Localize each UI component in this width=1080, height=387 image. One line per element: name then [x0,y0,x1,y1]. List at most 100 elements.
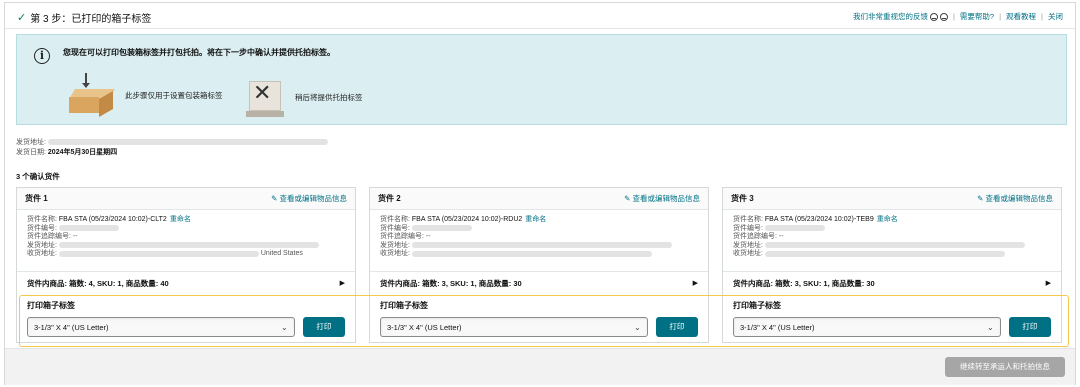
box-label-step-text: 此步骤仅用于设置包装箱标签 [125,90,223,100]
number-label: 货件编号: [380,224,410,232]
rename-link[interactable]: 重命名 [170,216,191,223]
divider: | [999,12,1002,21]
box-label-step: 此步骤仅用于设置包装箱标签 [67,73,223,118]
name-label: 货件名称: [27,216,57,223]
to-country: United States [260,250,303,258]
redacted-to [58,250,259,257]
paper-size-value: 3-1/3" X 4" (US Letter) [387,322,462,332]
tracking-label: 货件追踪编号: [27,233,71,241]
redacted-from [58,241,319,248]
tutorial-link[interactable]: 观看教程 [1006,11,1036,22]
paper-size-select[interactable]: 3-1/3" X 4" (US Letter) ⌄ [27,317,295,337]
feedback-link[interactable]: 我们非常重视您的反馈 [853,11,928,22]
edit-items-link[interactable]: ✎ 查看或编辑物品信息 [977,193,1053,204]
shipment-summary[interactable]: 货件内商品: 箱数: 3, SKU: 1, 商品数量: 30 ▶ [723,272,1061,294]
continue-button[interactable]: 继续转至承运人和托拍信息 [945,357,1065,377]
name-label: 货件名称: [380,216,410,223]
redacted-from [411,241,672,248]
print-label-area: 打印箱子标签 3-1/3" X 4" (US Letter) ⌄ 打印 [17,294,355,342]
shipment-summary[interactable]: 货件内商品: 箱数: 3, SKU: 1, 商品数量: 30 ▶ [370,272,708,294]
paper-size-value: 3-1/3" X 4" (US Letter) [34,322,109,332]
info-icon: i [34,48,50,64]
shipment-card: 货件 2 ✎ 查看或编辑物品信息 货件名称: FBA STA (05/23/20… [369,187,709,343]
shipment-details: 货件名称: FBA STA (05/23/2024 10:02)-RDU2 重命名… [370,210,708,272]
shipment-card: 货件 3 ✎ 查看或编辑物品信息 货件名称: FBA STA (05/23/20… [722,187,1062,343]
print-row: 3-1/3" X 4" (US Letter) ⌄ 打印 [27,317,345,337]
checkmark-icon: ✓ [17,12,27,24]
tracking-value: -- [778,233,784,241]
shipment-card-header: 货件 3 ✎ 查看或编辑物品信息 [723,188,1061,210]
paper-size-value: 3-1/3" X 4" (US Letter) [740,322,815,332]
edit-items-text[interactable]: 查看或编辑物品信息 [280,194,348,203]
to-label: 收货地址: [380,250,410,258]
step-title: ✓ 第 3 步：已打印的箱子标签 [17,10,151,25]
redacted-from [764,241,1025,248]
tracking-label: 货件追踪编号: [733,233,777,241]
pallet-label-step-text: 稍后将提供托拍标签 [295,92,363,102]
redacted-number [58,224,119,231]
paper-size-select[interactable]: 3-1/3" X 4" (US Letter) ⌄ [733,317,1001,337]
ship-date-value: 2024年5月30日星期四 [47,149,118,156]
shipment-card: 货件 1 ✎ 查看或编辑物品信息 货件名称: FBA STA (05/23/20… [16,187,356,343]
confirmed-count: 3 个确认货件 [16,172,60,181]
expand-caret-icon[interactable]: ▶ [693,279,698,287]
shipping-meta: 发货地址: 发货日期: 2024年5月30日星期四 [16,138,328,158]
pallet-label-step: ✕ 稍后将提供托拍标签 [243,75,363,119]
tracking-value: -- [425,233,431,241]
print-label-area: 打印箱子标签 3-1/3" X 4" (US Letter) ⌄ 打印 [370,294,708,342]
close-link[interactable]: 关闭 [1048,11,1063,22]
shipment-card-header: 货件 1 ✎ 查看或编辑物品信息 [17,188,355,210]
tracking-value: -- [72,233,78,241]
expand-caret-icon[interactable]: ▶ [1046,279,1051,287]
print-label-heading: 打印箱子标签 [733,301,781,310]
print-row: 3-1/3" X 4" (US Letter) ⌄ 打印 [380,317,698,337]
shipment-summary[interactable]: 货件内商品: 箱数: 4, SKU: 1, 商品数量: 40 ▶ [17,272,355,294]
edit-items-link[interactable]: ✎ 查看或编辑物品信息 [271,193,347,204]
summary-text: 货件内商品: 箱数: 3, SKU: 1, 商品数量: 30 [733,278,875,288]
ship-date-row: 发货日期: 2024年5月30日星期四 [16,148,328,158]
expand-caret-icon[interactable]: ▶ [340,279,345,287]
from-label: 发货地址: [27,241,57,249]
shipment-title: 货件 2 [378,194,401,203]
edit-items-text[interactable]: 查看或编辑物品信息 [633,194,701,203]
chevron-down-icon: ⌄ [281,322,288,332]
step-header: ✓ 第 3 步：已打印的箱子标签 我们非常重视您的反馈 | 需要帮助? | 观看… [5,3,1075,29]
divider: | [952,12,955,21]
shipment-details: 货件名称: FBA STA (05/23/2024 10:02)-TEB9 重命名… [723,210,1061,272]
ship-from-label: 发货地址: [16,139,46,146]
summary-text: 货件内商品: 箱数: 4, SKU: 1, 商品数量: 40 [27,278,169,288]
shipment-name: FBA STA (05/23/2024 10:02)-RDU2 [411,216,523,223]
redacted-number [764,224,825,231]
rename-link[interactable]: 重命名 [877,216,898,223]
summary-text: 货件内商品: 箱数: 3, SKU: 1, 商品数量: 30 [380,278,522,288]
rename-link[interactable]: 重命名 [525,216,546,223]
shipment-card-header: 货件 2 ✎ 查看或编辑物品信息 [370,188,708,210]
redacted-number [411,224,472,231]
shipment-name: FBA STA (05/23/2024 10:02)-TEB9 [764,216,874,223]
chevron-down-icon: ⌄ [987,322,994,332]
edit-items-text[interactable]: 查看或编辑物品信息 [986,194,1054,203]
footer-bar: 继续转至承运人和托拍信息 [5,348,1075,385]
number-label: 货件编号: [27,224,57,232]
happy-face-icon[interactable] [929,12,938,21]
step-3-panel: ✓ 第 3 步：已打印的箱子标签 我们非常重视您的反馈 | 需要帮助? | 观看… [4,2,1076,385]
print-row: 3-1/3" X 4" (US Letter) ⌄ 打印 [733,317,1051,337]
sad-face-icon[interactable] [939,12,948,21]
box-label-icon [67,73,117,118]
print-button[interactable]: 打印 [655,317,698,337]
shipment-details: 货件名称: FBA STA (05/23/2024 10:02)-CLT2 重命名… [17,210,355,272]
print-label-area: 打印箱子标签 3-1/3" X 4" (US Letter) ⌄ 打印 [723,294,1061,342]
paper-size-select[interactable]: 3-1/3" X 4" (US Letter) ⌄ [380,317,648,337]
info-message: 您现在可以打印包装箱标签并打包托拍。将在下一步中确认并提供托拍标签。 [63,48,335,57]
print-button[interactable]: 打印 [302,317,345,337]
from-label: 发货地址: [380,241,410,249]
help-link[interactable]: 需要帮助? [960,11,994,22]
shipment-name: FBA STA (05/23/2024 10:02)-CLT2 [58,216,167,223]
redacted-address [47,139,328,146]
pallet-crossed-icon: ✕ [243,75,287,119]
ship-date-label: 发货日期: [16,149,46,156]
edit-items-link[interactable]: ✎ 查看或编辑物品信息 [624,193,700,204]
chevron-down-icon: ⌄ [634,322,641,332]
print-button[interactable]: 打印 [1008,317,1051,337]
from-label: 发货地址: [733,241,763,249]
